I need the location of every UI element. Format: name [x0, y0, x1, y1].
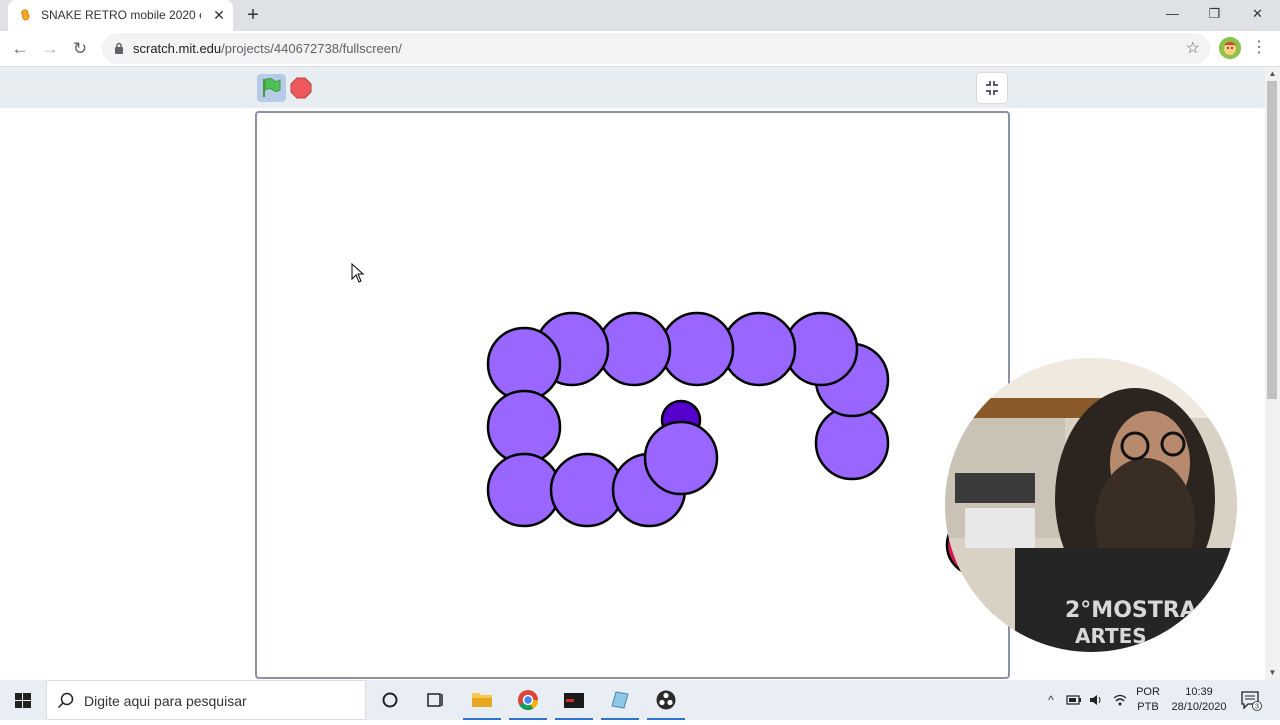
tray-overflow-chevron-icon[interactable]: ^: [1043, 692, 1059, 708]
bookmark-star-icon[interactable]: ☆: [1186, 38, 1200, 58]
search-placeholder: Digite aqui para pesquisar: [84, 693, 247, 709]
avatar-face-icon: [1219, 37, 1241, 59]
green-flag-button[interactable]: [257, 74, 286, 102]
chrome-icon: [518, 690, 539, 711]
scroll-up-icon[interactable]: ▲: [1265, 67, 1280, 81]
reload-button[interactable]: ↻: [68, 37, 92, 61]
lang-line-1: POR: [1136, 686, 1160, 698]
task-view-button[interactable]: [412, 680, 458, 720]
snake-segment: [486, 326, 562, 402]
address-bar[interactable]: scratch.mit.edu/projects/440672738/fulls…: [102, 33, 1210, 64]
stage-controls-bar: [0, 67, 1265, 108]
windows-taskbar: Digite aqui para pesquisar ^ POR PTB 10:…: [0, 680, 1280, 720]
notepad-app-icon: [611, 691, 629, 709]
browser-tab[interactable]: SNAKE RETRO mobile 2020 on Sc ✕: [8, 0, 233, 31]
tab-title: SNAKE RETRO mobile 2020 on Sc: [41, 8, 201, 22]
snake-segment: [643, 420, 719, 496]
shirt-text-2: ARTES: [1075, 624, 1147, 648]
clock-time: 10:39: [1185, 686, 1213, 698]
tab-close-icon[interactable]: ✕: [211, 7, 227, 23]
cortana-icon: [382, 692, 398, 708]
new-tab-button[interactable]: +: [243, 5, 263, 25]
volume-icon[interactable]: [1088, 692, 1104, 708]
exit-fullscreen-button[interactable]: [976, 72, 1008, 104]
scratch-stage[interactable]: [255, 111, 1010, 679]
wifi-icon[interactable]: [1112, 692, 1128, 708]
stage-canvas: [486, 311, 1008, 577]
input-language-indicator[interactable]: POR PTB: [1134, 685, 1162, 715]
snake-segment: [486, 389, 562, 465]
minimize-button[interactable]: —: [1150, 0, 1195, 31]
clock-date: 28/10/2020: [1171, 701, 1227, 713]
shirt-text-1: 2°MOSTRA: [1065, 598, 1197, 623]
task-view-icon: [427, 693, 443, 707]
cortana-button[interactable]: [367, 680, 413, 720]
snake-segment: [814, 405, 890, 481]
snake-segment: [486, 452, 562, 528]
mouse-cursor-icon: [351, 263, 365, 283]
taskbar-search-box[interactable]: Digite aqui para pesquisar: [46, 680, 366, 720]
file-explorer-icon: [472, 693, 492, 707]
terminal-app-button[interactable]: [551, 680, 597, 720]
notepad-app-button[interactable]: [597, 680, 643, 720]
snake-segment: [659, 311, 735, 387]
profile-avatar[interactable]: [1219, 37, 1241, 59]
url-text: scratch.mit.edu/projects/440672738/fulls…: [133, 41, 402, 56]
tab-strip: SNAKE RETRO mobile 2020 on Sc ✕ + — ❐ ✕: [0, 0, 1280, 31]
scratch-favicon-icon: [21, 9, 30, 21]
obs-button[interactable]: [643, 680, 689, 720]
windows-logo-icon: [15, 693, 31, 708]
unfullscreen-icon: [986, 81, 998, 95]
file-explorer-button[interactable]: [459, 680, 505, 720]
chrome-button[interactable]: [505, 680, 551, 720]
browser-toolbar: ← → ↻ scratch.mit.edu/projects/440672738…: [0, 31, 1280, 67]
forward-button[interactable]: →: [38, 37, 62, 61]
notification-count: 3: [1255, 704, 1259, 711]
terminal-app-icon: [564, 693, 584, 708]
taskbar-clock[interactable]: 10:39 28/10/2020: [1164, 685, 1234, 715]
close-window-button[interactable]: ✕: [1235, 0, 1280, 31]
snake-body: [486, 311, 890, 528]
browser-menu-icon[interactable]: ⋮: [1251, 37, 1267, 59]
stop-button[interactable]: [290, 77, 312, 99]
stop-icon: [290, 77, 312, 99]
page-scrollbar[interactable]: ▲ ▼: [1265, 67, 1280, 680]
back-button[interactable]: ←: [8, 37, 32, 61]
maximize-button[interactable]: ❐: [1192, 0, 1237, 31]
webcam-overlay: 2°MOSTRA ARTES: [945, 358, 1237, 652]
obs-icon: [656, 690, 676, 710]
notifications-button[interactable]: 3: [1240, 689, 1262, 711]
action-center-icon: 3: [1241, 691, 1262, 711]
lock-icon: [115, 42, 123, 54]
url-host: scratch.mit.edu: [133, 41, 222, 56]
lang-line-2: PTB: [1137, 701, 1159, 713]
green-flag-icon: [263, 78, 281, 97]
start-button[interactable]: [0, 680, 46, 720]
scroll-thumb[interactable]: [1267, 81, 1277, 399]
url-path: /projects/440672738/fullscreen/: [221, 41, 402, 56]
scroll-down-icon[interactable]: ▼: [1265, 666, 1280, 680]
search-icon: [57, 692, 74, 709]
battery-icon[interactable]: [1066, 692, 1082, 708]
